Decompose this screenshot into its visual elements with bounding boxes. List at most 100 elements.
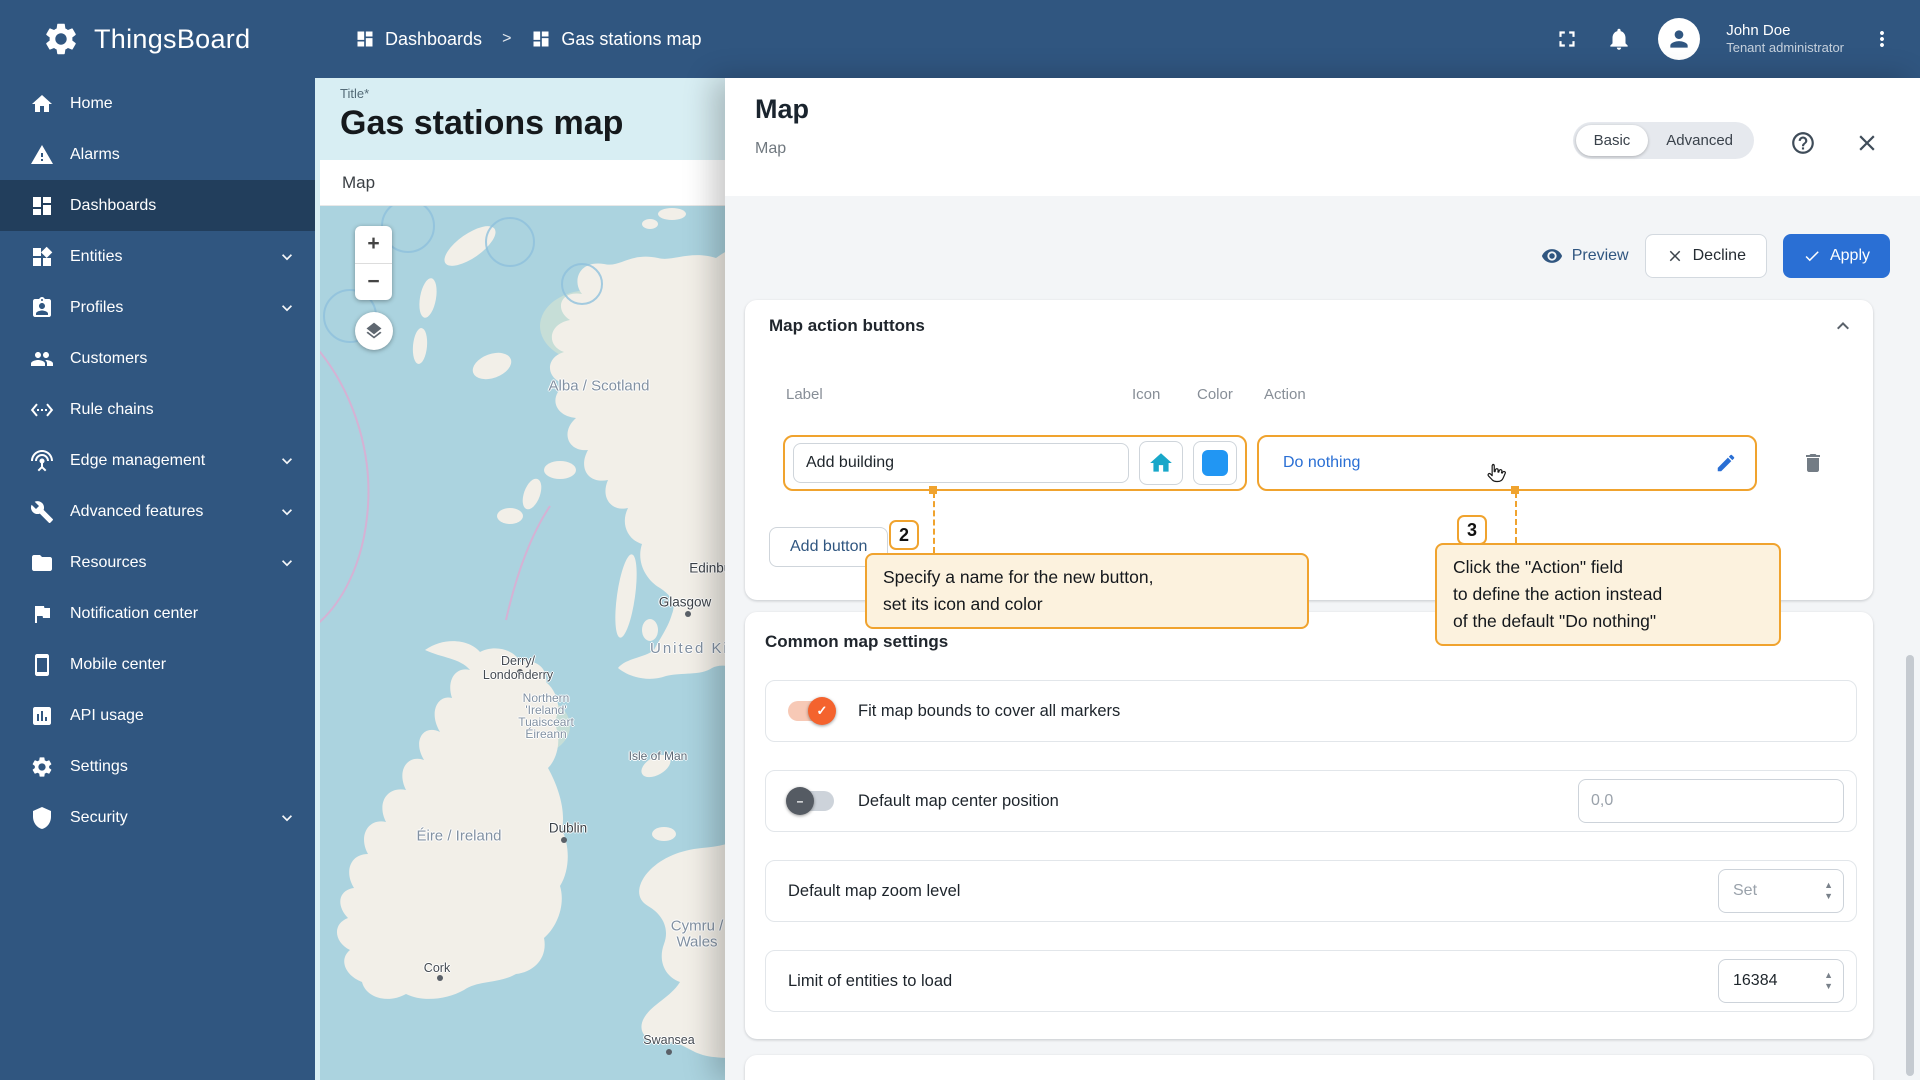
entity-limit-input[interactable] xyxy=(1731,971,1821,991)
stepper-down-icon[interactable]: ▼ xyxy=(1824,981,1833,990)
panel-actions: Preview Decline Apply xyxy=(1541,234,1890,278)
preview-button[interactable]: Preview xyxy=(1541,245,1629,267)
top-bar-right: John Doe Tenant administrator xyxy=(1554,18,1920,60)
step-badge-3: 3 xyxy=(1457,515,1487,545)
stepper-up-icon[interactable]: ▲ xyxy=(1824,970,1833,979)
column-color: Color xyxy=(1197,386,1233,403)
sidebar-item-entities[interactable]: Entities xyxy=(0,231,315,282)
button-label-input[interactable] xyxy=(793,443,1129,483)
icon-picker-button[interactable]: + xyxy=(1139,441,1183,485)
sidebar-item-mobile-center[interactable]: Mobile center xyxy=(0,639,315,690)
map-label-glasgow: Glasgow xyxy=(658,594,712,610)
sidebar-item-home[interactable]: Home xyxy=(0,78,315,129)
color-swatch xyxy=(1202,450,1228,476)
breadcrumb-dashboards[interactable]: Dashboards xyxy=(355,29,482,50)
map-center-toggle[interactable]: – xyxy=(786,787,834,815)
home-icon xyxy=(30,92,54,116)
action-field[interactable]: Do nothing xyxy=(1257,435,1757,491)
resources-icon xyxy=(30,551,54,575)
zoom-level-row: Default map zoom level ▲ ▼ xyxy=(765,860,1857,922)
user-info[interactable]: John Doe Tenant administrator xyxy=(1726,21,1844,57)
map-label-dublin: Dublin xyxy=(548,820,588,836)
chevron-down-icon xyxy=(277,451,297,471)
map-label-derry: Derry/ xyxy=(500,654,536,668)
sidebar-item-advanced-features[interactable]: Advanced features xyxy=(0,486,315,537)
dashboard-title-field[interactable]: Title* Gas stations map xyxy=(340,86,623,143)
sidebar-item-dashboards[interactable]: Dashboards xyxy=(0,180,315,231)
layers-button[interactable] xyxy=(355,312,393,350)
stepper-up-icon[interactable]: ▲ xyxy=(1824,880,1833,889)
section-common-map-settings: Common map settings ✓ Fit map bounds to … xyxy=(745,612,1873,1039)
stepper-down-icon[interactable]: ▼ xyxy=(1824,891,1833,900)
eye-icon xyxy=(1541,245,1563,267)
stepper: ▲ ▼ xyxy=(1824,880,1833,900)
dashboards-icon xyxy=(30,194,54,218)
sidebar-item-api-usage[interactable]: API usage xyxy=(0,690,315,741)
close-icon[interactable] xyxy=(1854,130,1880,156)
edit-pencil-icon[interactable] xyxy=(1715,452,1737,474)
notifications-bell-icon[interactable] xyxy=(1606,26,1632,52)
map-label-wales: Wales xyxy=(676,933,718,951)
widget-settings-panel: Map Map Basic Advanced Preview Decline A… xyxy=(725,78,1920,1080)
check-icon xyxy=(1803,247,1821,265)
fit-bounds-toggle[interactable]: ✓ xyxy=(788,697,836,725)
breadcrumb: Dashboards > Gas stations map xyxy=(355,29,701,50)
sidebar-item-profiles[interactable]: Profiles xyxy=(0,282,315,333)
fit-bounds-label: Fit map bounds to cover all markers xyxy=(858,701,1121,720)
zoom-in-button[interactable]: + xyxy=(355,226,392,264)
map-label-londonderry: Londonderry xyxy=(482,668,554,682)
layers-icon xyxy=(364,321,384,341)
plus-icon: + xyxy=(1168,463,1175,475)
dashboard-icon xyxy=(531,29,551,49)
map-center-input[interactable] xyxy=(1578,779,1844,823)
connector-line-step-2 xyxy=(933,492,935,553)
toggle-basic[interactable]: Basic xyxy=(1575,125,1649,156)
sidebar-item-settings[interactable]: Settings xyxy=(0,741,315,792)
column-icon: Icon xyxy=(1132,386,1161,403)
more-menu-icon[interactable] xyxy=(1870,27,1894,51)
sidebar-item-security[interactable]: Security xyxy=(0,792,315,843)
entity-limit-input-wrap: ▲ ▼ xyxy=(1718,959,1844,1003)
panel-subtitle: Map xyxy=(755,140,787,157)
app-logo[interactable]: ThingsBoard xyxy=(0,20,315,58)
action-button-row: + Do nothing xyxy=(783,435,1849,491)
color-picker-button[interactable] xyxy=(1193,441,1237,485)
section-next-clipped xyxy=(745,1055,1873,1080)
sidebar-item-notification-center[interactable]: Notification center xyxy=(0,588,315,639)
apply-button[interactable]: Apply xyxy=(1782,234,1890,278)
chevron-down-icon xyxy=(277,502,297,522)
user-avatar[interactable] xyxy=(1658,18,1701,60)
scrollbar-thumb[interactable] xyxy=(1906,655,1914,1076)
collapse-chevron-icon[interactable] xyxy=(1831,314,1855,338)
advanced-features-icon xyxy=(30,500,54,524)
table-column-headers: Label Icon Color Action xyxy=(769,386,1849,406)
user-name: John Doe xyxy=(1726,21,1791,39)
entity-limit-row: Limit of entities to load ▲ ▼ xyxy=(765,950,1857,1012)
fullscreen-icon[interactable] xyxy=(1554,26,1580,52)
sidebar-item-alarms[interactable]: Alarms xyxy=(0,129,315,180)
step-badge-2: 2 xyxy=(889,520,919,550)
zoom-level-input[interactable] xyxy=(1731,881,1821,901)
zoom-out-button[interactable]: − xyxy=(355,264,392,301)
column-action: Action xyxy=(1264,386,1306,403)
map-label-cork: Cork xyxy=(423,961,451,975)
panel-title: Map xyxy=(755,94,809,124)
decline-button[interactable]: Decline xyxy=(1644,234,1767,278)
map-label-eire-ireland: Éire / Ireland xyxy=(416,827,502,845)
map-label-isle-of-man: Isle of Man xyxy=(628,749,688,763)
user-role: Tenant administrator xyxy=(1726,40,1844,56)
breadcrumb-current[interactable]: Gas stations map xyxy=(531,29,701,50)
widget-title: Map xyxy=(342,172,376,192)
connector-line-step-3 xyxy=(1515,492,1517,543)
person-icon xyxy=(1666,26,1692,52)
toggle-advanced[interactable]: Advanced xyxy=(1648,125,1751,156)
chevron-down-icon xyxy=(277,553,297,573)
sidebar-item-resources[interactable]: Resources xyxy=(0,537,315,588)
help-icon[interactable] xyxy=(1790,130,1816,156)
rule-chains-icon xyxy=(30,398,54,422)
sidebar-item-customers[interactable]: Customers xyxy=(0,333,315,384)
delete-trash-icon[interactable] xyxy=(1801,451,1825,475)
security-shield-icon xyxy=(30,806,54,830)
sidebar-item-edge-management[interactable]: Edge management xyxy=(0,435,315,486)
sidebar-item-rule-chains[interactable]: Rule chains xyxy=(0,384,315,435)
